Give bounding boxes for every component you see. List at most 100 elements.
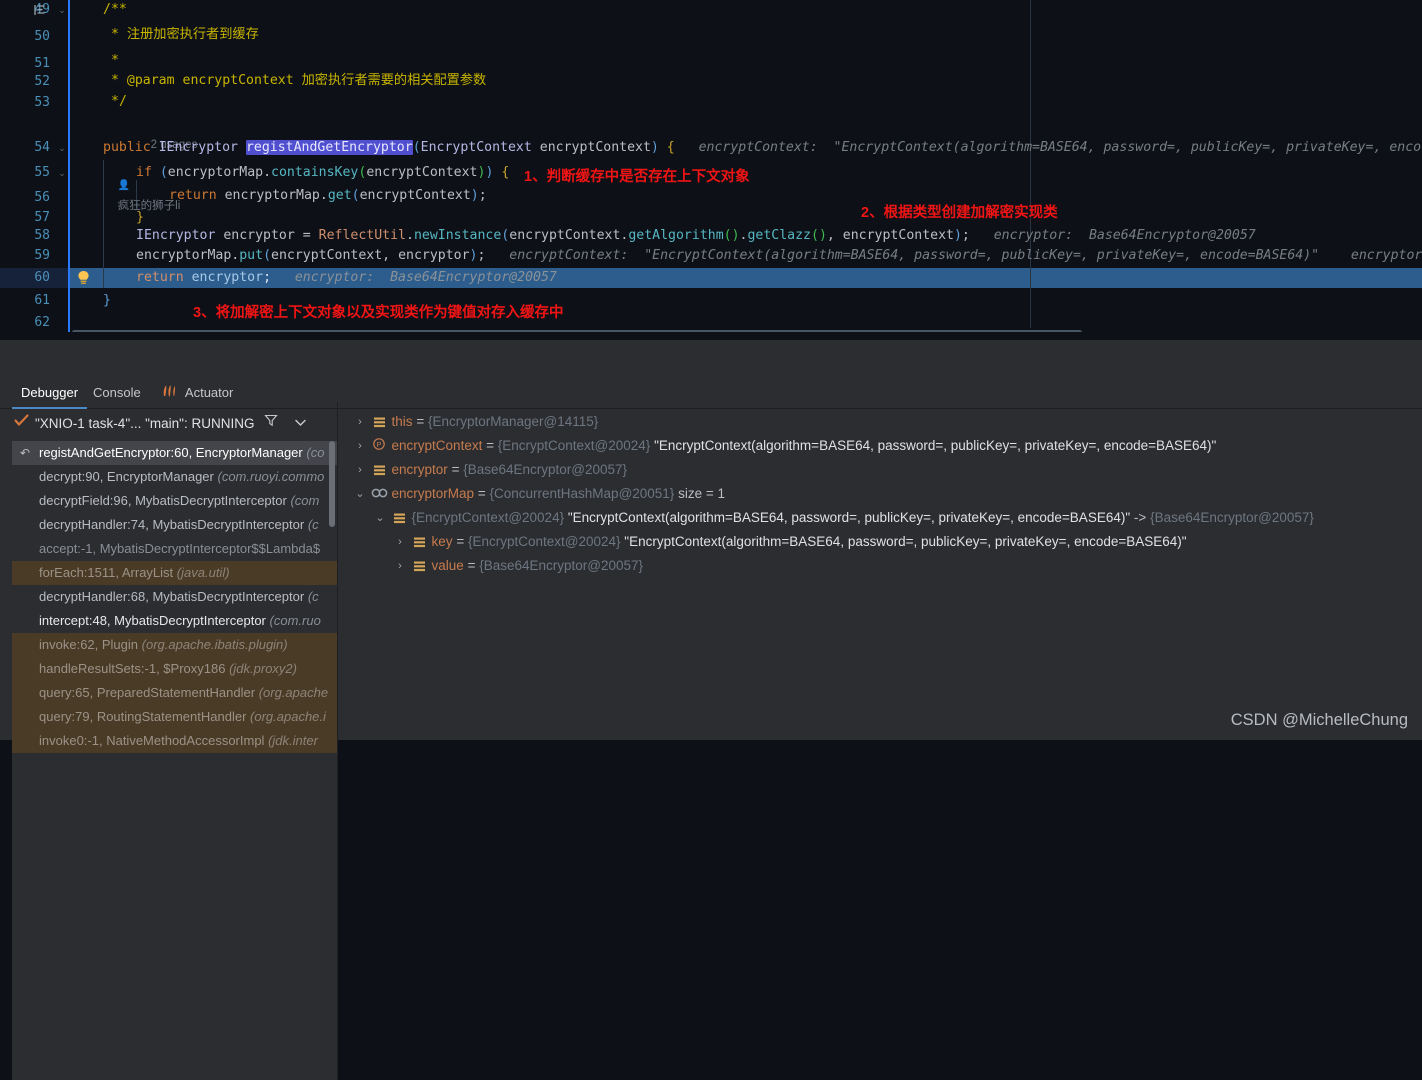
frame-label: invoke:62, Plugin <box>39 637 139 652</box>
doc-close: */ <box>111 94 127 109</box>
line-number: 62 <box>34 315 50 330</box>
frame-package: (c <box>307 589 319 604</box>
fold-chevron-icon[interactable]: ⌄ <box>57 138 67 158</box>
variable-ref: {EncryptContext@20024} <box>497 438 651 453</box>
frame-label: registAndGetEncryptor:60, EncryptorManag… <box>39 445 303 460</box>
arg-ref: encryptContext <box>359 188 471 203</box>
thread-status-label: "XNIO-1 task-4"... "main": RUNNING <box>35 415 255 431</box>
inline-debug-hint: encryptor: Base64Encryptor@20057 <box>993 228 1256 243</box>
frame-label: accept:-1, MybatisDecryptInterceptor$$La… <box>39 541 321 556</box>
code-vision-inlay[interactable]: 2 usages 👤 疯狂的狮子li <box>70 115 198 212</box>
frame-label: decrypt:90, EncryptorManager <box>39 469 214 484</box>
variable-name: encryptorMap <box>391 486 475 501</box>
doc-tag: @param <box>126 73 175 88</box>
variable-ref: {EncryptorManager@14115} <box>427 414 599 429</box>
frame-row[interactable]: ↶ registAndGetEncryptor:60, EncryptorMan… <box>12 441 337 465</box>
entry-value-ref: {Base64Encryptor@20057} <box>1150 510 1314 525</box>
code-line-49: /** <box>70 0 127 20</box>
frame-row[interactable]: invoke0:-1, NativeMethodAccessorImpl (jd… <box>12 729 337 753</box>
variable-row-encryptContext[interactable]: › P encryptContext = {EncryptContext@200… <box>345 434 1422 458</box>
variable-row-key[interactable]: › key = {EncryptContext@20024} "EncryptC… <box>345 530 1422 554</box>
panel-divider[interactable] <box>337 402 338 1080</box>
code-line-56: return encryptorMap.get(encryptContext); <box>169 188 487 203</box>
map-icon <box>371 482 388 506</box>
frame-row[interactable]: decryptField:96, MybatisDecryptIntercept… <box>12 489 337 513</box>
twisty-icon[interactable]: › <box>393 530 407 554</box>
variable-ref: {Base64Encryptor@20057} <box>479 558 644 573</box>
twisty-icon[interactable]: › <box>353 458 367 482</box>
frame-package: (com.ruo <box>269 613 321 628</box>
chevron-down-icon[interactable] <box>294 414 307 432</box>
variable-name: encryptContext <box>391 438 483 453</box>
line-number: 50 <box>34 29 50 44</box>
variables-tree[interactable]: › this = {EncryptorManager@14115} › P en… <box>345 410 1422 1080</box>
frame-label: intercept:48, MybatisDecryptInterceptor <box>39 613 266 628</box>
frame-label: forEach:1511, ArrayList <box>39 565 174 580</box>
entry-key-value: "EncryptContext(algorithm=BASE64, passwo… <box>567 510 1131 525</box>
arg-ref: encryptContext <box>271 248 383 263</box>
field-ref: encryptorMap <box>167 165 264 180</box>
arg-ref: encryptor <box>398 248 470 263</box>
code-line-61: } <box>103 293 111 308</box>
var-name: encryptor <box>223 228 295 243</box>
tab-debugger-label: Debugger <box>21 385 79 400</box>
variable-row-encryptorMap[interactable]: ⌄ encryptorMap = {ConcurrentHashMap@2005… <box>345 482 1422 506</box>
variable-row-encryptor[interactable]: › encryptor = {Base64Encryptor@20057} <box>345 458 1422 482</box>
frame-row[interactable]: decrypt:90, EncryptorManager (com.ruoyi.… <box>12 465 337 489</box>
variable-name: this <box>391 414 413 429</box>
doc-param-name: encryptContext <box>182 73 294 88</box>
frame-package: (co <box>306 445 325 460</box>
twisty-icon[interactable]: ⌄ <box>373 506 387 530</box>
tab-console[interactable]: Console <box>84 378 150 407</box>
doc-star: * <box>111 53 119 68</box>
method-call: getAlgorithm <box>628 228 724 243</box>
method-name-selected[interactable]: registAndGetEncryptor <box>245 140 413 155</box>
filter-icon[interactable] <box>264 414 279 432</box>
thread-selector[interactable]: "XNIO-1 task-4"... "main": RUNNING <box>14 410 336 436</box>
tool-window-tabbar[interactable]: Debugger Console Actuator <box>0 378 1422 409</box>
frame-label: decryptHandler:74, MybatisDecryptInterce… <box>39 517 305 532</box>
equals-sign: = <box>486 438 494 453</box>
frame-row[interactable]: decryptHandler:68, MybatisDecryptInterce… <box>12 585 337 609</box>
object-icon <box>411 530 428 554</box>
call-stack-frames-list[interactable]: ↶ registAndGetEncryptor:60, EncryptorMan… <box>12 441 337 1080</box>
method-call: getClazz <box>747 228 812 243</box>
frame-row[interactable]: decryptHandler:74, MybatisDecryptInterce… <box>12 513 337 537</box>
return-arrow-icon: ↶ <box>20 446 31 460</box>
method-call: put <box>239 248 264 263</box>
param-name: encryptContext <box>539 140 651 155</box>
frames-scrollbar-thumb[interactable] <box>329 441 335 527</box>
frame-package: (c <box>307 517 319 532</box>
variable-row-value[interactable]: › value = {Base64Encryptor@20057} <box>345 554 1422 578</box>
line-number: 53 <box>34 95 50 110</box>
variable-row-this[interactable]: › this = {EncryptorManager@14115} <box>345 410 1422 434</box>
fold-chevron-icon[interactable]: ⌄ <box>57 0 67 20</box>
debug-tool-window: Debugger Console Actuator "XNIO-1 task-4… <box>0 340 1422 1080</box>
variable-row-map-entry[interactable]: ⌄ {EncryptContext@20024} "EncryptContext… <box>345 506 1422 530</box>
tab-actuator[interactable]: Actuator <box>152 378 242 407</box>
frame-row[interactable]: handleResultSets:-1, $Proxy186 (jdk.prox… <box>12 657 337 681</box>
code-line-58: IEncryptor encryptor = ReflectUtil.newIn… <box>136 228 1256 243</box>
structure-icon[interactable] <box>33 3 47 17</box>
frame-row[interactable]: query:65, PreparedStatementHandler (org.… <box>12 681 337 705</box>
param-type: EncryptContext <box>420 140 532 155</box>
twisty-icon[interactable]: › <box>353 410 367 434</box>
frame-row[interactable]: invoke:62, Plugin (org.apache.ibatis.plu… <box>12 633 337 657</box>
frame-row[interactable]: intercept:48, MybatisDecryptInterceptor … <box>12 609 337 633</box>
frame-row[interactable]: query:79, RoutingStatementHandler (org.a… <box>12 705 337 729</box>
line-number: 59 <box>34 248 50 263</box>
frame-row[interactable]: forEach:1511, ArrayList (java.util) <box>12 561 337 585</box>
twisty-icon[interactable]: › <box>353 434 367 458</box>
code-line-57: } <box>136 210 144 225</box>
twisty-icon[interactable]: ⌄ <box>353 482 367 506</box>
twisty-icon[interactable]: › <box>393 554 407 578</box>
entry-key-ref: {EncryptContext@20024} <box>411 510 565 525</box>
variable-ref: {ConcurrentHashMap@20051} <box>489 486 675 501</box>
doc-open: /** <box>103 2 127 17</box>
variable-name: key <box>431 534 453 549</box>
object-icon <box>411 554 428 578</box>
tab-debugger[interactable]: Debugger <box>12 378 88 409</box>
fold-chevron-icon[interactable]: ⌄ <box>57 163 67 183</box>
frame-row[interactable]: accept:-1, MybatisDecryptInterceptor$$La… <box>12 537 337 561</box>
code-editor[interactable]: 49 50 51 52 53 54 55 56 57 58 59 60 61 6… <box>0 0 1422 340</box>
